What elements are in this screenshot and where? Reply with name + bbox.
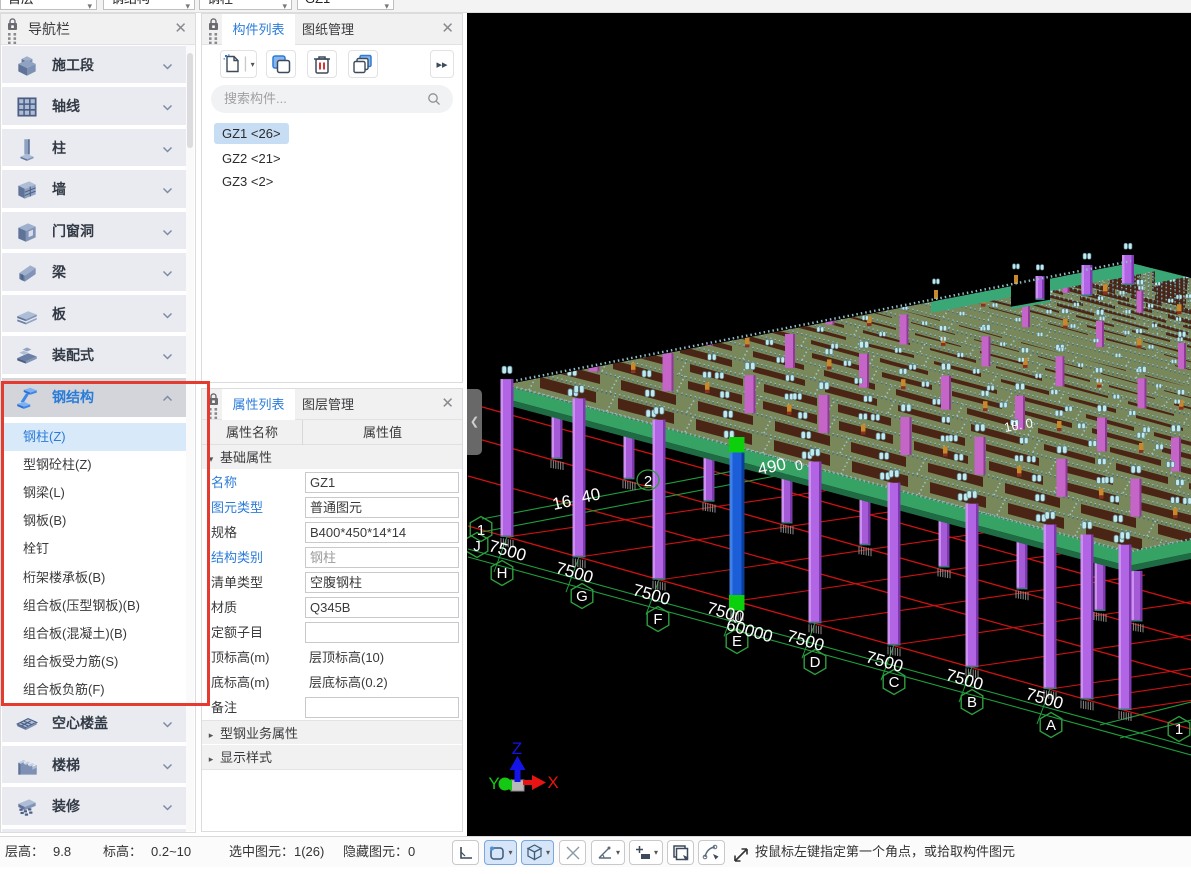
- svg-text:J: J: [473, 538, 481, 555]
- svg-text:F: F: [653, 611, 662, 628]
- svg-text:A: A: [1046, 717, 1056, 734]
- svg-text:G: G: [576, 588, 588, 605]
- svg-text:B: B: [967, 694, 977, 711]
- svg-text:Y: Y: [488, 774, 499, 793]
- svg-text:X: X: [547, 773, 558, 792]
- svg-text:40: 40: [580, 484, 602, 507]
- svg-text:Z: Z: [512, 739, 522, 758]
- svg-text:D: D: [810, 654, 821, 671]
- svg-text:C: C: [889, 674, 900, 691]
- svg-text:H: H: [497, 565, 508, 582]
- svg-text:1: 1: [477, 522, 485, 539]
- svg-text:1: 1: [1175, 721, 1183, 738]
- svg-text:16: 16: [551, 491, 573, 514]
- svg-text:2: 2: [644, 473, 652, 490]
